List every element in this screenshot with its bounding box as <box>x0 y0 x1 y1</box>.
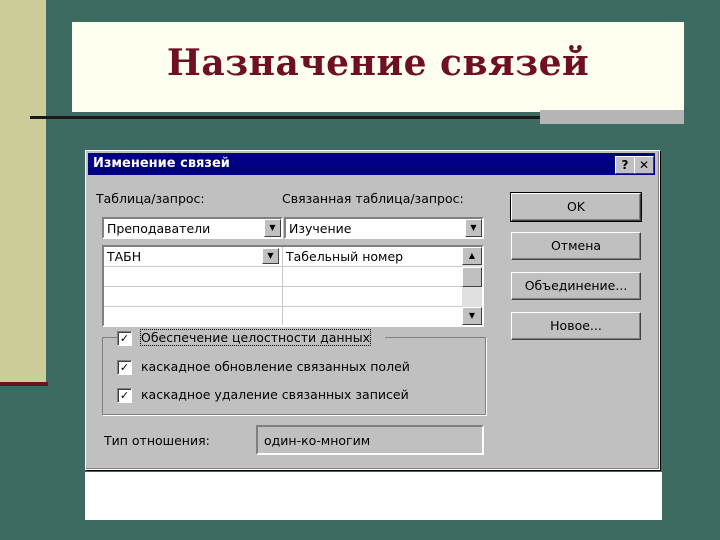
scroll-thumb[interactable] <box>462 267 482 287</box>
scroll-up-icon[interactable]: ▲ <box>462 247 482 265</box>
cancel-button[interactable]: Отмена <box>511 232 641 260</box>
grid-cell-right[interactable]: Табельный номер <box>283 247 461 266</box>
cascade-delete-checkbox-label: каскадное удаление связанных записей <box>141 387 409 402</box>
relationship-type-value: один-ко-многим <box>264 433 371 448</box>
title-underline <box>30 116 540 119</box>
blank-area <box>85 472 662 520</box>
chevron-down-icon[interactable]: ▼ <box>262 248 279 264</box>
integrity-checkbox-label: Обеспечение целостности данных <box>140 329 371 346</box>
grid-cell-right[interactable] <box>283 267 461 286</box>
close-button[interactable]: ✕ <box>634 156 654 174</box>
check-icon[interactable]: ✓ <box>117 360 132 375</box>
ok-button[interactable]: OK <box>510 192 642 222</box>
new-relationship-button[interactable]: Новое... <box>511 312 641 340</box>
grid-cell-left[interactable]: ТАБН <box>104 247 282 266</box>
related-table-label: Связанная таблица/запрос: <box>282 191 464 206</box>
grid-cell-right[interactable] <box>283 287 461 306</box>
dialog-title: Изменение связей <box>93 156 230 171</box>
table-select[interactable]: Преподаватели ▼ <box>102 217 283 239</box>
fields-grid[interactable]: ТАБН ▼ Табельный номер ▲ ▼ <box>102 245 484 327</box>
chevron-down-icon[interactable]: ▼ <box>264 219 281 237</box>
check-icon[interactable]: ✓ <box>117 331 132 346</box>
table-select-value: Преподаватели <box>107 221 211 236</box>
grid-cell-left[interactable] <box>104 287 282 306</box>
chevron-down-icon[interactable]: ▼ <box>465 219 482 237</box>
grid-cell-right[interactable] <box>283 307 461 326</box>
join-type-button[interactable]: Объединение... <box>511 272 641 300</box>
table-row[interactable]: ТАБН ▼ Табельный номер <box>104 247 462 267</box>
left-accent-stripe <box>0 0 46 382</box>
title-underline-accent <box>540 110 684 124</box>
scroll-down-icon[interactable]: ▼ <box>462 307 482 325</box>
integrity-group: ✓ Обеспечение целостности данных ✓ каска… <box>102 329 486 415</box>
dialog-titlebar: Изменение связей ? ✕ <box>88 153 655 175</box>
help-button[interactable]: ? <box>615 156 635 174</box>
left-accent-edge <box>0 382 48 386</box>
grid-scrollbar[interactable]: ▲ ▼ <box>462 247 482 325</box>
integrity-checkbox-row[interactable]: ✓ Обеспечение целостности данных <box>117 329 385 347</box>
cascade-update-checkbox-label: каскадное обновление связанных полей <box>141 359 410 374</box>
grid-cell-left[interactable] <box>104 267 282 286</box>
relationship-type-field: один-ко-многим <box>256 425 484 455</box>
related-table-select-value: Изучение <box>289 221 352 236</box>
grid-cell-left[interactable] <box>104 307 282 326</box>
relationship-type-label: Тип отношения: <box>104 433 210 448</box>
table-row[interactable] <box>104 287 462 307</box>
table-row[interactable] <box>104 307 462 326</box>
related-table-select[interactable]: Изучение ▼ <box>284 217 484 239</box>
check-icon[interactable]: ✓ <box>117 388 132 403</box>
table-row[interactable] <box>104 267 462 287</box>
table-label: Таблица/запрос: <box>96 191 205 206</box>
edit-relationships-dialog: Изменение связей ? ✕ Таблица/запрос: Свя… <box>85 150 660 470</box>
slide-title: Назначение связей <box>166 42 590 84</box>
